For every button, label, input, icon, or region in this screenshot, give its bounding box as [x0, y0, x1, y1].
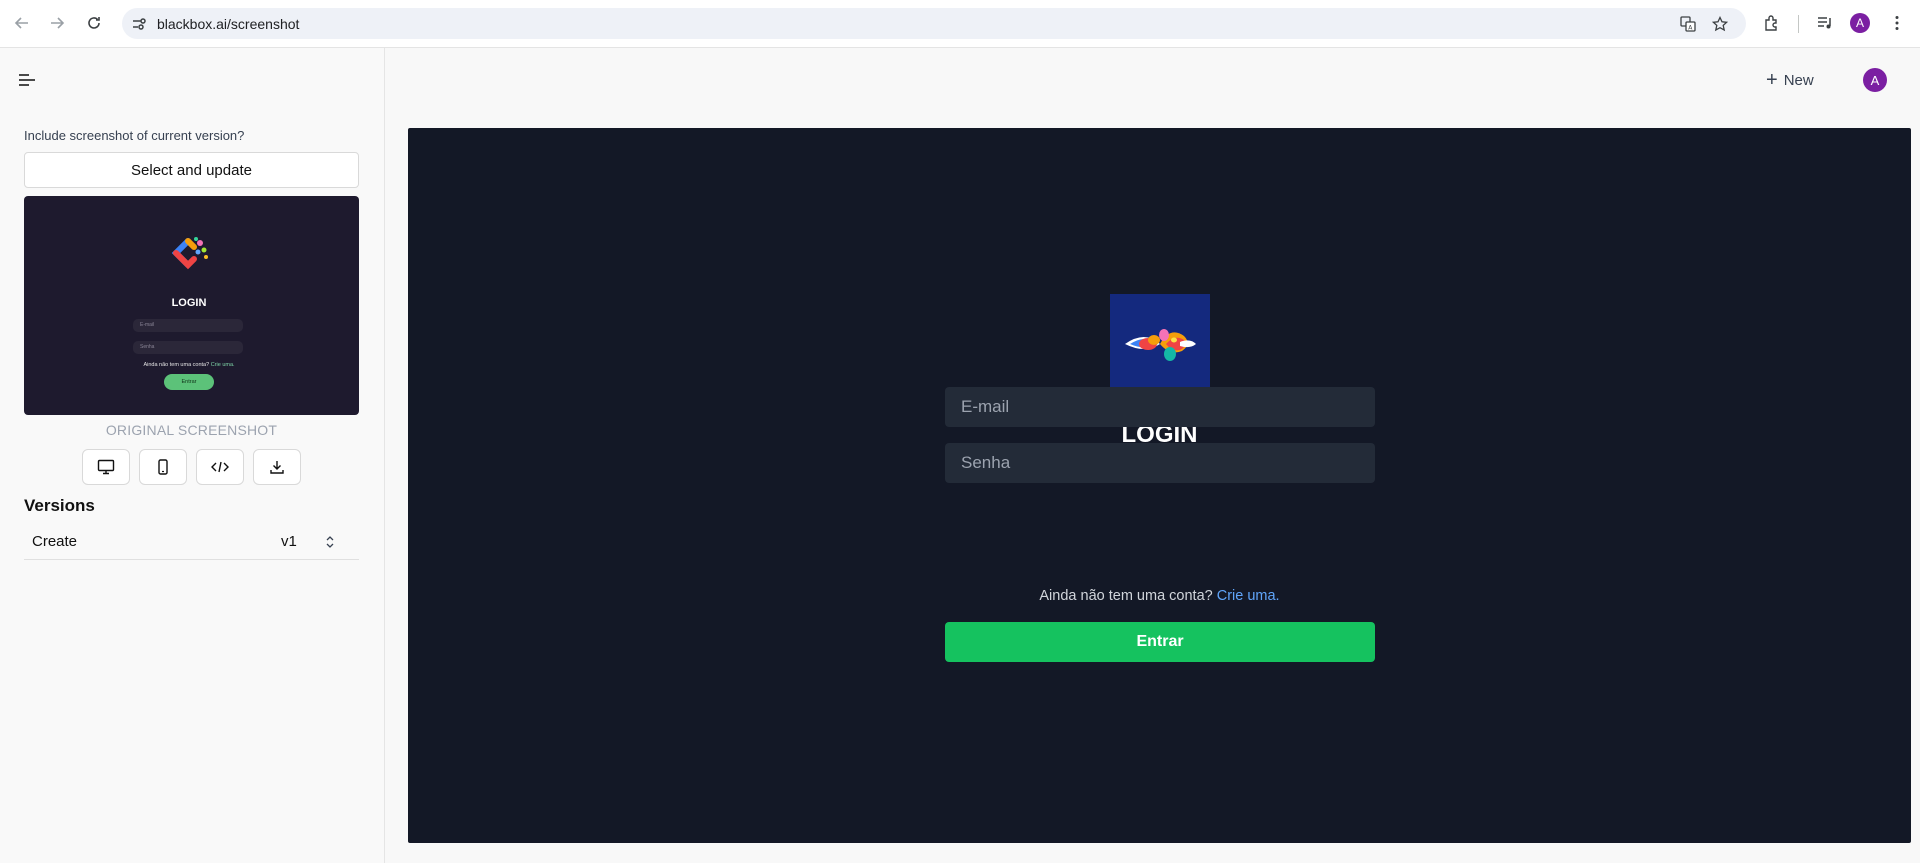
email-field[interactable] — [945, 387, 1375, 427]
sidebar-toggle-icon[interactable] — [18, 72, 38, 92]
browser-toolbar: blackbox.ai/screenshot A A — [0, 0, 1920, 48]
signup-text: Ainda não tem uma conta? — [1039, 588, 1213, 604]
version-number: v1 — [281, 533, 297, 550]
generated-preview: LOGIN Ainda não tem uma conta? Crie uma.… — [408, 128, 1911, 843]
code-icon — [211, 461, 229, 473]
kebab-menu-icon[interactable] — [1886, 12, 1908, 34]
reload-icon[interactable] — [82, 11, 106, 35]
desktop-view-button[interactable] — [82, 449, 130, 485]
versions-heading: Versions — [24, 496, 95, 515]
translate-icon[interactable]: A — [1678, 14, 1698, 34]
url-text[interactable]: blackbox.ai/screenshot — [157, 16, 299, 32]
toolbar-divider — [1798, 15, 1799, 33]
signup-link[interactable]: Crie uma. — [1217, 588, 1280, 604]
original-screenshot-thumbnail[interactable]: LOGIN E-mail Senha Ainda não tem uma con… — [24, 196, 359, 415]
login-submit-button[interactable]: Entrar — [945, 622, 1375, 662]
original-screenshot-label: ORIGINAL SCREENSHOT — [105, 422, 278, 438]
download-icon — [270, 461, 284, 474]
media-controls-icon[interactable] — [1814, 12, 1836, 34]
thumbnail-title: LOGIN — [171, 297, 207, 309]
signup-prompt: Ainda não tem uma conta? Crie uma. — [408, 588, 1911, 604]
password-field[interactable] — [945, 443, 1375, 483]
thumbnail-logo-icon — [171, 237, 208, 270]
preview-logo — [1110, 294, 1210, 394]
extensions-icon[interactable] — [1761, 12, 1783, 34]
mobile-view-button[interactable] — [139, 449, 187, 485]
version-select[interactable]: Create v1 — [24, 526, 359, 560]
back-icon[interactable] — [10, 11, 34, 35]
address-bar[interactable]: blackbox.ai/screenshot A — [122, 8, 1746, 39]
new-button-label: New — [1783, 71, 1814, 89]
thumbnail-email-field: E-mail — [133, 319, 243, 332]
site-settings-icon[interactable] — [130, 15, 148, 33]
bookmark-star-icon[interactable] — [1710, 14, 1730, 34]
include-screenshot-label: Include screenshot of current version? — [24, 128, 245, 143]
user-avatar[interactable]: A — [1863, 68, 1887, 92]
version-name: Create — [32, 533, 78, 550]
download-button[interactable] — [253, 449, 301, 485]
chevron-up-down-icon — [326, 536, 334, 548]
plus-icon: + — [1766, 69, 1778, 91]
profile-avatar[interactable]: A — [1849, 12, 1871, 34]
thumbnail-signup-text: Ainda não tem uma conta? Crie uma. — [143, 362, 235, 368]
mobile-icon — [158, 459, 168, 475]
sidebar: Include screenshot of current version? S… — [0, 48, 385, 863]
new-button[interactable]: + New — [1766, 68, 1814, 92]
forward-icon[interactable] — [45, 11, 69, 35]
thumbnail-password-field: Senha — [133, 341, 243, 354]
thumbnail-submit-button: Entrar — [164, 374, 214, 390]
butterfly-logo-icon — [1125, 329, 1196, 361]
code-view-button[interactable] — [196, 449, 244, 485]
select-and-update-button[interactable]: Select and update — [24, 152, 359, 188]
desktop-icon — [97, 459, 115, 475]
